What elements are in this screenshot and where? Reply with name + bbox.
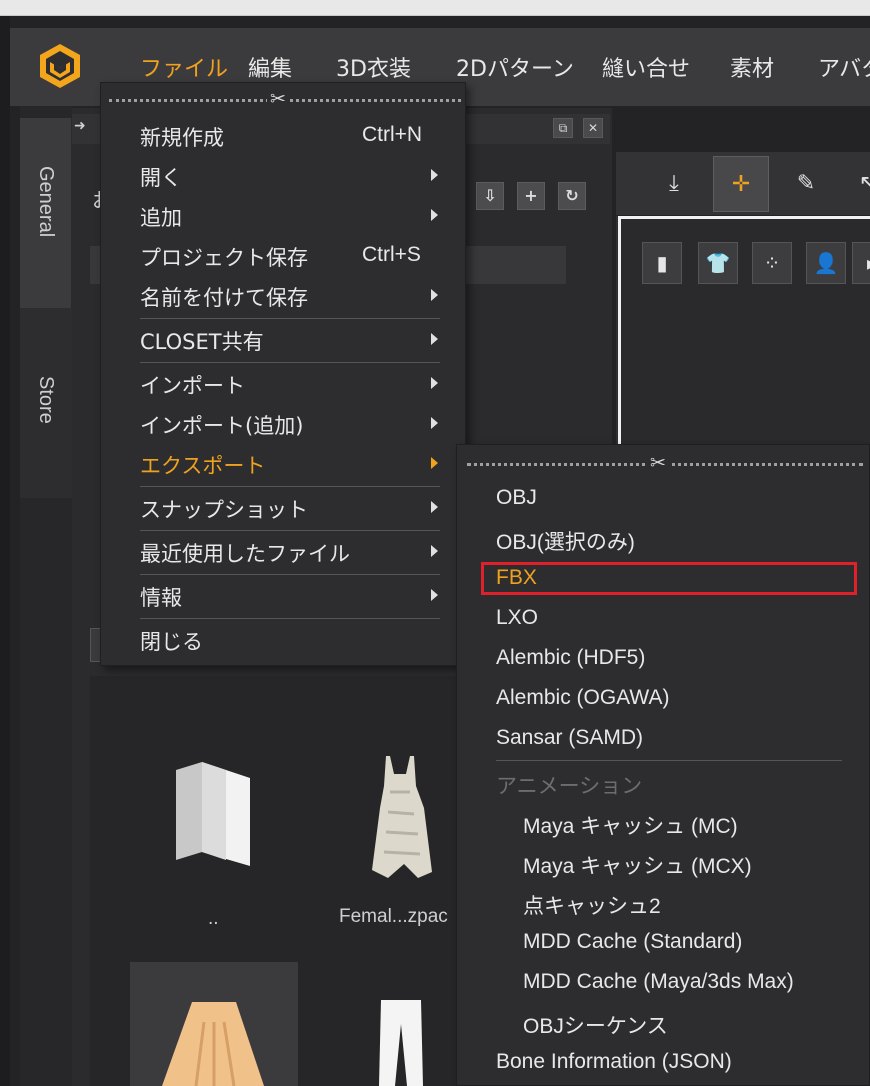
left-border [0,16,10,1086]
menu-separator [140,486,440,487]
submenu-arrow-icon [431,501,438,513]
skirt-icon [162,1002,264,1086]
export-menu-item-5[interactable]: Alembic (OGAWA) [496,686,669,710]
menu-separator [140,574,440,575]
thumb-label-dress: Femal...zpac [339,906,448,927]
menu-separator [140,618,440,619]
refresh-icon[interactable]: ↻ [558,182,586,210]
export-menu-item-12[interactable]: MDD Cache (Maya/3ds Max) [523,970,794,994]
move-tool-icon[interactable]: ✛ [713,156,769,212]
file-menu-item-0-label[interactable]: 新規作成 [140,122,224,152]
tab-store[interactable]: Store [20,308,72,498]
folder-icon[interactable] [172,760,256,872]
top-window-strip [0,0,870,16]
garment-display-icon[interactable]: 👕 [698,242,738,284]
export-menu-item-10[interactable]: 点キャッシュ2 [523,890,661,920]
file-menu-item-4-label[interactable]: 名前を付けて保存 [140,282,308,312]
submenu-arrow-icon [431,457,438,469]
skirt-thumb[interactable] [130,962,298,1086]
more-display-icon[interactable]: ▸ [852,242,870,284]
submenu-arrow-icon [431,289,438,301]
file-menu-item-2-label[interactable]: 追加 [140,202,182,232]
submenu-arrow-icon [431,545,438,557]
submenu-arrow-icon [431,333,438,345]
file-menu-item-11-label[interactable]: 情報 [140,582,182,612]
file-menu-item-5-label[interactable]: CLOSET共有 [140,326,264,356]
menu-2d-pattern[interactable]: 2Dパターン [456,51,574,83]
thumb-label-parent: .. [208,908,219,929]
file-menu-item-12-label[interactable]: 閉じる [140,626,203,656]
menu-separator [140,362,440,363]
menu-materials[interactable]: 素材 [730,51,774,83]
submenu-arrow-icon [431,589,438,601]
menu-separator [140,318,440,319]
submenu-arrow-icon [431,209,438,221]
menu-3d-garment[interactable]: 3D衣装 [336,51,411,83]
avatar-display-icon[interactable]: 👤 [806,242,846,284]
file-menu-item-1-label[interactable]: 開く [140,162,182,192]
menu-separator [140,530,440,531]
menu-sewing[interactable]: 縫い合せ [602,51,690,83]
points-display-icon[interactable]: ⁘ [752,242,792,284]
dress-icon[interactable] [360,752,440,886]
menu-edit[interactable]: 編集 [248,51,292,83]
export-menu-item-11[interactable]: MDD Cache (Standard) [523,930,742,954]
app-logo-icon[interactable] [36,42,84,90]
tab-store-label: Store [35,376,57,424]
submenu-arrow-icon [431,417,438,429]
menu-file[interactable]: ファイル [140,51,228,83]
file-menu-item-6-label[interactable]: インポート [140,370,245,400]
file-menu-item-9-label[interactable]: スナップショット [140,494,308,524]
import-avatar-icon[interactable]: ⤓ [646,156,702,212]
export-menu-item-1[interactable]: OBJ(選択のみ) [496,526,635,556]
close-panel-icon[interactable]: ✕ [583,118,603,138]
export-menu-item-0[interactable]: OBJ [496,486,537,510]
file-menu-item-8-label[interactable]: エクスポート [140,450,265,480]
scissors-icon-export[interactable]: ✂ [647,453,669,473]
tab-general-label: General [35,166,57,238]
select-tool-icon[interactable]: ↖ [840,156,870,212]
menu-avatar[interactable]: アバタ [818,51,870,83]
submenu-arrow-icon [431,377,438,389]
file-menu-item-10-label[interactable]: 最近使用したファイル [140,538,350,568]
display-mode-icon[interactable]: ▮ [642,242,682,284]
menu-separator [496,760,842,761]
tab-general[interactable]: General [20,118,72,308]
export-menu-item-14[interactable]: Bone Information (JSON) [496,1050,732,1074]
export-menu-item-4[interactable]: Alembic (HDF5) [496,646,645,670]
undock-icon[interactable]: ⧉ [553,118,573,138]
file-menu-item-7-label[interactable]: インポート(追加) [140,410,303,440]
file-menu-item-3-shortcut: Ctrl+S [362,243,421,266]
file-menu-item-0-shortcut: Ctrl+N [362,123,423,146]
export-section-animation: アニメーション [496,775,643,798]
file-menu-item-3-label[interactable]: プロジェクト保存 [140,242,308,272]
brush-tool-icon[interactable]: ✎ [778,156,834,212]
download-icon[interactable]: ⇩ [476,182,504,210]
add-icon[interactable]: + [517,182,545,210]
scissors-icon[interactable]: ✂ [267,89,289,109]
export-menu-item-8[interactable]: Maya キャッシュ (MC) [523,810,738,840]
export-menu-item-6[interactable]: Sansar (SAMD) [496,726,643,750]
pants-icon[interactable] [375,998,427,1086]
export-menu-item-13[interactable]: OBJシーケンス [523,1010,668,1040]
pin-icon[interactable]: ➜ [74,118,86,134]
fbx-highlight-box [481,562,857,595]
export-menu-item-9[interactable]: Maya キャッシュ (MCX) [523,850,752,880]
submenu-arrow-icon [431,169,438,181]
export-menu-item-3[interactable]: LXO [496,606,538,630]
